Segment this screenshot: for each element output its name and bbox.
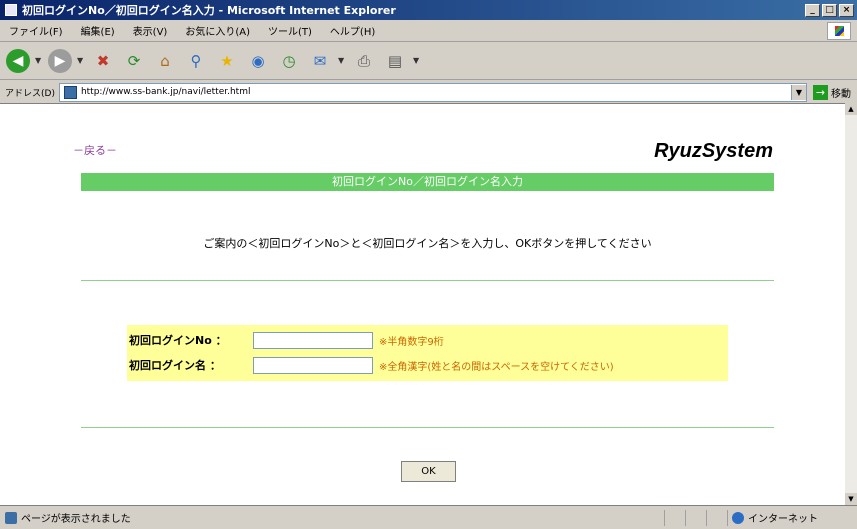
- login-no-hint: ※半角数字9桁: [379, 336, 444, 348]
- back-link[interactable]: －戻る－: [73, 142, 117, 158]
- divider-top: [81, 280, 774, 281]
- login-name-row: 初回ログイン名 ： ※全角漢字(姓と名の間はスペースを空けてください): [127, 354, 728, 376]
- login-no-row: 初回ログインNo ： ※半角数字9桁: [127, 329, 728, 351]
- minimize-button[interactable]: _: [805, 3, 820, 17]
- address-input[interactable]: http://www.ss-bank.jp/navi/letter.html ▼: [58, 82, 807, 102]
- mail-icon[interactable]: ✉: [307, 48, 333, 74]
- address-dropdown-icon[interactable]: ▼: [791, 84, 806, 100]
- status-text: ページが表示されました: [21, 514, 131, 525]
- menu-edit[interactable]: 編集(E): [72, 23, 124, 38]
- scroll-down-icon[interactable]: ▼: [845, 493, 857, 505]
- status-bar: ページが表示されました インターネット: [0, 505, 857, 529]
- history-icon[interactable]: ◷: [276, 48, 302, 74]
- address-bar: アドレス(D) http://www.ss-bank.jp/navi/lette…: [0, 81, 857, 103]
- page-title-banner: 初回ログインNo／初回ログイン名入力: [81, 173, 774, 191]
- login-name-input[interactable]: [253, 356, 373, 374]
- menu-bar: ファイル(F) 編集(E) 表示(V) お気に入り(A) ツール(T) ヘルプ(…: [0, 20, 857, 42]
- search-icon[interactable]: ⚲: [183, 48, 209, 74]
- address-label: アドレス(D): [5, 88, 55, 99]
- window-titlebar: 初回ログインNo／初回ログイン名入力 - Microsoft Internet …: [0, 0, 857, 20]
- ok-button[interactable]: OK: [401, 461, 456, 482]
- zone-label: インターネット: [748, 514, 818, 525]
- page-icon: [63, 85, 77, 99]
- login-name-label: 初回ログイン名 ：: [129, 359, 221, 372]
- instructions-text: ご案内の＜初回ログインNo＞と＜初回ログイン名＞を入力し、OKボタンを押してくだ…: [203, 237, 652, 250]
- maximize-button[interactable]: □: [822, 3, 837, 17]
- security-zone: インターネット: [727, 509, 857, 526]
- brand-logo: RyuzSystem: [654, 140, 773, 162]
- mail-dropdown-icon[interactable]: ▼: [338, 56, 346, 65]
- window-controls: _ □ ×: [805, 3, 854, 17]
- menu-view[interactable]: 表示(V): [124, 23, 177, 38]
- status-cell: [706, 509, 727, 526]
- menu-help[interactable]: ヘルプ(H): [321, 23, 384, 38]
- status-cell: [685, 509, 706, 526]
- go-label: 移動: [831, 88, 851, 100]
- page-content: －戻る－ RyuzSystem 初回ログインNo／初回ログイン名入力 ご案内の＜…: [0, 103, 845, 505]
- login-name-hint: ※全角漢字(姓と名の間はスペースを空けてください): [379, 361, 614, 373]
- go-button[interactable]: → 移動: [813, 84, 851, 100]
- login-form: 初回ログインNo ： ※半角数字9桁 初回ログイン名 ： ※全角漢字(姓と名の間…: [127, 325, 728, 381]
- ie-icon: [5, 4, 17, 16]
- edit-icon[interactable]: ▤: [382, 48, 408, 74]
- windows-flag-icon: [827, 21, 851, 40]
- forward-icon[interactable]: ▶: [48, 48, 72, 73]
- edit-dropdown-icon[interactable]: ▼: [413, 56, 421, 65]
- close-button[interactable]: ×: [839, 3, 854, 17]
- vertical-scrollbar[interactable]: ▲ ▼: [845, 103, 857, 505]
- menu-tools[interactable]: ツール(T): [259, 23, 321, 38]
- toolbar: ◀ ▼ ▶ ▼ ✖ ⟳ ⌂ ⚲ ★ ◉ ◷ ✉ ▼ ⎙ ▤ ▼: [0, 42, 857, 80]
- forward-dropdown-icon[interactable]: ▼: [77, 56, 85, 65]
- page-status-icon: [5, 511, 17, 524]
- scroll-up-icon[interactable]: ▲: [845, 103, 857, 115]
- status-cell: [664, 509, 685, 526]
- media-icon[interactable]: ◉: [245, 48, 271, 74]
- print-icon[interactable]: ⎙: [351, 48, 377, 74]
- internet-globe-icon: [732, 511, 744, 524]
- menu-favorites[interactable]: お気に入り(A): [176, 23, 259, 38]
- menu-file[interactable]: ファイル(F): [0, 23, 72, 38]
- divider-bottom: [81, 427, 774, 428]
- window-title: 初回ログインNo／初回ログイン名入力 - Microsoft Internet …: [22, 4, 396, 17]
- login-no-label: 初回ログインNo ：: [129, 334, 227, 347]
- refresh-icon[interactable]: ⟳: [121, 48, 147, 74]
- back-icon[interactable]: ◀: [6, 48, 30, 73]
- back-dropdown-icon[interactable]: ▼: [35, 56, 43, 65]
- go-arrow-icon: →: [813, 84, 828, 100]
- address-url[interactable]: http://www.ss-bank.jp/navi/letter.html: [81, 87, 791, 97]
- login-no-input[interactable]: [253, 331, 373, 349]
- stop-icon[interactable]: ✖: [90, 48, 116, 74]
- home-icon[interactable]: ⌂: [152, 48, 178, 74]
- favorites-icon[interactable]: ★: [214, 48, 240, 74]
